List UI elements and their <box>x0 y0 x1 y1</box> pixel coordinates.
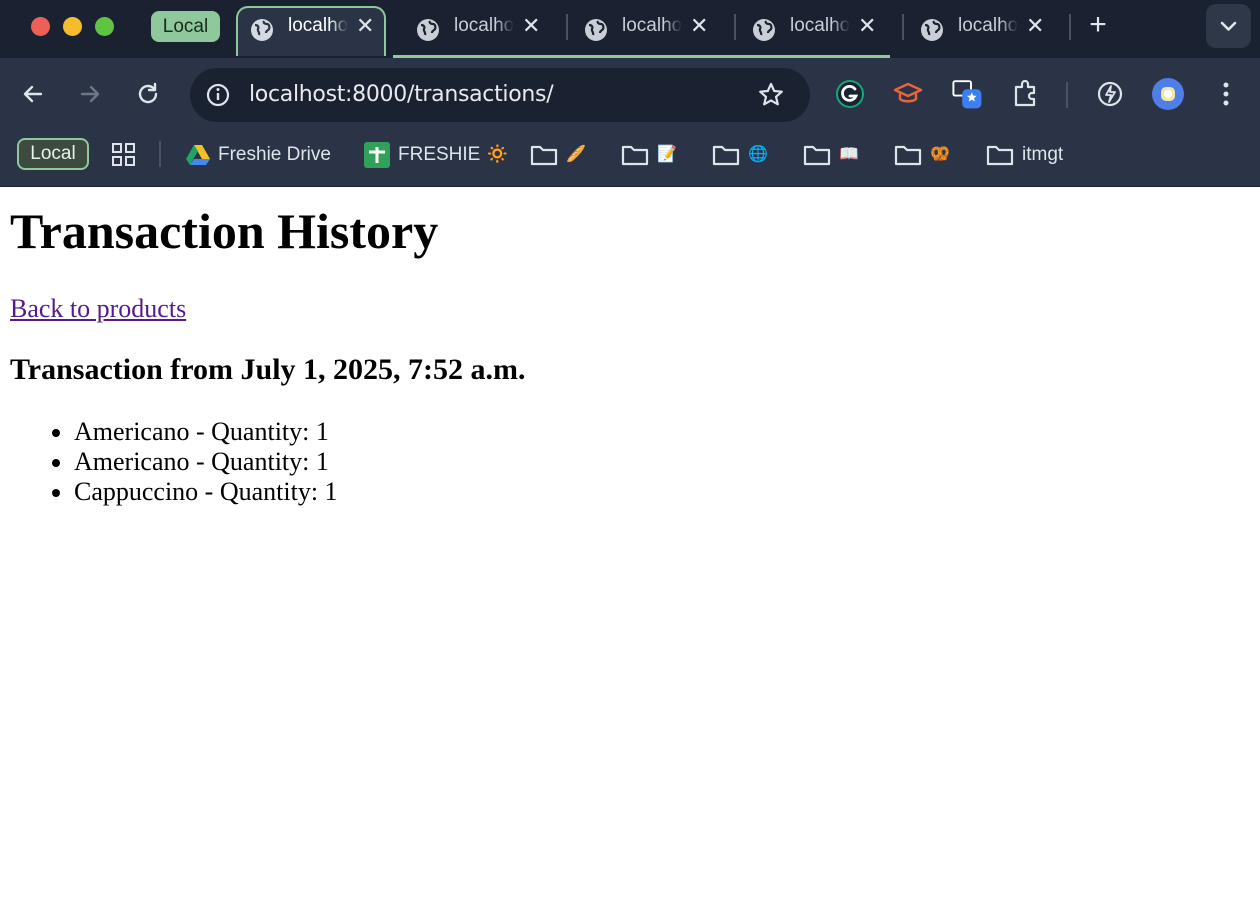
transaction-heading: Transaction from July 1, 2025, 7:52 a.m. <box>10 353 526 386</box>
tab[interactable]: localhost ✕ <box>572 8 722 50</box>
folder-icon <box>803 145 831 166</box>
bookmark-freshie[interactable]: FRESHIE 🔅 <box>364 138 509 172</box>
folder-icon <box>530 145 558 166</box>
extensions-puzzle-icon[interactable] <box>1010 78 1042 110</box>
close-tab-icon[interactable]: ✕ <box>690 13 708 39</box>
tab-title: localhost <box>958 15 1018 36</box>
apps-grid-icon[interactable] <box>112 143 136 167</box>
close-tab-icon[interactable]: ✕ <box>1026 13 1044 39</box>
back-arrow-icon[interactable] <box>19 80 47 108</box>
folder-icon <box>894 145 922 166</box>
list-item: Americano - Quantity: 1 <box>74 447 338 477</box>
bookmark-folder-book[interactable]: 📖 <box>803 138 859 172</box>
profile-avatar[interactable] <box>1152 78 1184 110</box>
folder-icon <box>986 145 1014 166</box>
bookmark-group-local[interactable]: Local <box>17 138 89 170</box>
bookmark-folder-pretzel[interactable]: 🥨 <box>894 138 950 172</box>
site-info-icon[interactable] <box>204 81 232 109</box>
google-drive-icon <box>186 145 210 165</box>
address-bar[interactable]: localhost:8000/transactions/ <box>190 68 810 122</box>
tab[interactable]: localhost ✕ <box>740 8 890 50</box>
reload-icon[interactable] <box>134 80 162 108</box>
screenshot-star-icon[interactable] <box>951 78 983 110</box>
bookmark-folder-globe[interactable]: 🌐 <box>712 138 768 172</box>
grammarly-icon[interactable] <box>834 78 866 110</box>
globe-icon <box>921 19 943 41</box>
folder-icon <box>621 145 649 166</box>
toolbar-separator <box>1066 82 1068 108</box>
green-plus-icon <box>364 142 390 168</box>
folder-icon <box>712 145 740 166</box>
tab-separator <box>902 14 904 40</box>
tab-separator <box>1069 14 1071 40</box>
page-title: Transaction History <box>10 203 439 259</box>
bookmark-star-icon[interactable] <box>756 80 786 110</box>
tab-search-button[interactable] <box>1206 4 1251 48</box>
list-item: Cappuccino - Quantity: 1 <box>74 477 338 507</box>
list-item: Americano - Quantity: 1 <box>74 417 338 447</box>
graduation-cap-icon[interactable] <box>892 78 924 110</box>
fullscreen-window-button[interactable] <box>95 17 114 36</box>
new-tab-button[interactable]: + <box>1085 10 1111 42</box>
forward-arrow-icon[interactable] <box>76 80 104 108</box>
globe-icon <box>251 19 273 41</box>
close-tab-icon[interactable]: ✕ <box>356 13 374 39</box>
tab-title: localhost <box>622 15 682 36</box>
page-content: Transaction History Back to products Tra… <box>0 188 1260 902</box>
tab-strip: Local localhost ✕ localhost ✕ localhost … <box>0 0 1260 58</box>
minimize-window-button[interactable] <box>63 17 82 36</box>
more-menu-icon[interactable] <box>1210 78 1242 110</box>
energy-saver-icon[interactable] <box>1094 78 1126 110</box>
chevron-down-icon <box>1220 21 1237 31</box>
bookmark-folder-memo[interactable]: 📝 <box>621 138 677 172</box>
tab-title: localhost <box>790 15 850 36</box>
tab-separator <box>734 14 736 40</box>
tab-title: localhost <box>288 15 348 36</box>
tab[interactable]: localhost ✕ <box>404 8 554 50</box>
bookmark-freshie-drive[interactable]: Freshie Drive <box>186 138 331 172</box>
transaction-items-list: Americano - Quantity: 1 Americano - Quan… <box>74 417 338 507</box>
back-to-products-link[interactable]: Back to products <box>10 294 186 324</box>
close-tab-icon[interactable]: ✕ <box>522 13 540 39</box>
globe-icon <box>417 19 439 41</box>
tab[interactable]: localhost ✕ <box>908 8 1058 50</box>
tab-active[interactable]: localhost ✕ <box>236 6 386 56</box>
url-text[interactable]: localhost:8000/transactions/ <box>249 82 554 107</box>
tab-separator <box>566 14 568 40</box>
tab-title: localhost <box>454 15 514 36</box>
close-window-button[interactable] <box>31 17 50 36</box>
globe-icon <box>585 19 607 41</box>
bookmark-folder-itmgt[interactable]: itmgt <box>986 138 1063 172</box>
bookmarks-separator <box>159 141 161 167</box>
bookmarks-bar: Local Freshie Drive FRESHIE 🔅 🥖 📝 🌐 📖 🥨 … <box>0 130 1260 187</box>
globe-icon <box>753 19 775 41</box>
bookmark-folder-bread[interactable]: 🥖 <box>530 138 586 172</box>
browser-toolbar: localhost:8000/transactions/ <box>0 58 1260 130</box>
close-tab-icon[interactable]: ✕ <box>858 13 876 39</box>
tab-group-chip[interactable]: Local <box>151 11 220 42</box>
